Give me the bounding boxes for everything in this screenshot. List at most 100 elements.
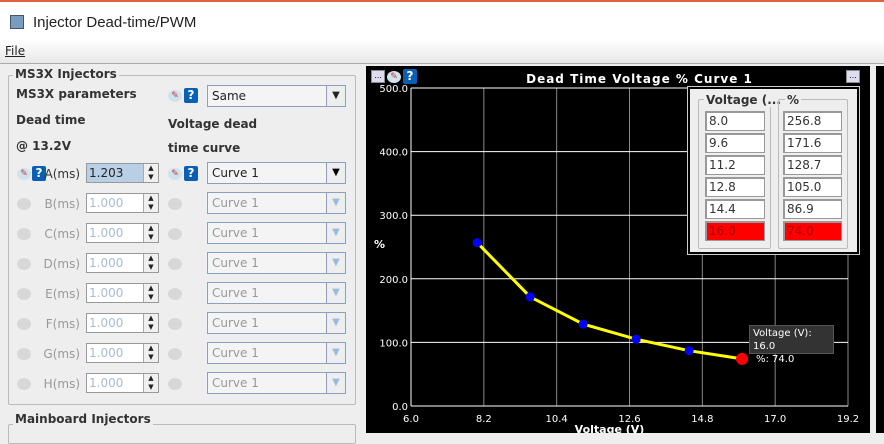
- injector-label: D(ms): [43, 257, 80, 271]
- x-axis-label: Voltage (V): [575, 423, 645, 433]
- data-point[interactable]: [578, 319, 588, 329]
- edit-icon: ✎: [168, 228, 182, 240]
- percent-cell[interactable]: 171.6: [783, 133, 842, 153]
- select-value: Curve 1: [208, 283, 327, 303]
- spinner-arrows-icon[interactable]: ▲ ▼: [143, 224, 158, 242]
- spinner-arrows-icon[interactable]: ▲ ▼: [143, 254, 158, 272]
- spinner-value[interactable]: 1.000: [87, 224, 143, 242]
- dead-time-spinner[interactable]: 1.203 ▲ ▼: [86, 163, 159, 183]
- percent-cell[interactable]: 86.9: [783, 199, 842, 219]
- select-value: Curve 1: [208, 193, 327, 213]
- percent-cell[interactable]: 128.7: [783, 155, 842, 175]
- window-title: Injector Dead-time/PWM: [33, 14, 197, 31]
- curve-label-2: time curve: [168, 141, 241, 155]
- voltage-cell[interactable]: 16.0: [705, 221, 765, 241]
- x-tick-label: 8.2: [476, 414, 492, 425]
- spinner-arrows-icon[interactable]: ▲ ▼: [143, 344, 158, 362]
- percent-cell[interactable]: 256.8: [783, 111, 842, 131]
- curve-select[interactable]: Curve 1 ▼: [207, 342, 346, 364]
- dead-time-spinner[interactable]: 1.000 ▲ ▼: [86, 253, 159, 273]
- curve-label-1: Voltage dead: [168, 117, 258, 131]
- edit-icon: ✎: [168, 198, 182, 210]
- spinner-value[interactable]: 1.000: [87, 284, 143, 302]
- data-point[interactable]: [525, 292, 535, 302]
- percent-cell[interactable]: 105.0: [783, 177, 842, 197]
- dead-time-at-label: @ 13.2V: [16, 139, 72, 153]
- spinner-arrows-icon[interactable]: ▲ ▼: [143, 284, 158, 302]
- selected-data-point[interactable]: [736, 352, 749, 365]
- edit-icon: ✎: [168, 318, 182, 330]
- edit-icon: ✎: [17, 288, 31, 300]
- menu-file[interactable]: File: [5, 44, 25, 58]
- curve-select[interactable]: Curve 1 ▼: [207, 252, 346, 274]
- voltage-cell[interactable]: 8.0: [705, 111, 765, 131]
- voltage-cell[interactable]: 12.8: [705, 177, 765, 197]
- select-value: Same: [208, 86, 327, 106]
- curve-select[interactable]: Curve 1 ▼: [207, 222, 346, 244]
- data-point[interactable]: [472, 238, 482, 248]
- curve-select[interactable]: Curve 1 ▼: [207, 162, 346, 184]
- percent-cell[interactable]: 74.0: [783, 221, 842, 241]
- edit-icon: ✎: [17, 228, 31, 240]
- percent-column-header: %: [785, 93, 802, 107]
- spinner-value[interactable]: 1.000: [87, 254, 143, 272]
- edit-icon[interactable]: ✎: [168, 168, 182, 180]
- spinner-arrows-icon[interactable]: ▲ ▼: [143, 194, 158, 212]
- dead-time-spinner[interactable]: 1.000 ▲ ▼: [86, 223, 159, 243]
- data-point[interactable]: [684, 346, 694, 356]
- dead-time-spinner[interactable]: 1.000 ▲ ▼: [86, 343, 159, 363]
- edit-icon: ✎: [168, 378, 182, 390]
- edit-icon: ✎: [168, 348, 182, 360]
- x-tick-label: 19.2: [837, 414, 859, 425]
- ms3x-params-label: MS3X parameters: [16, 87, 137, 101]
- spinner-arrows-icon[interactable]: ▲ ▼: [143, 164, 158, 182]
- spinner-value[interactable]: 1.203: [87, 164, 143, 182]
- voltage-cell[interactable]: 9.6: [705, 133, 765, 153]
- ms3x-params-select[interactable]: Same ▼: [207, 85, 346, 107]
- edit-icon[interactable]: ✎: [17, 168, 31, 180]
- curve-select[interactable]: Curve 1 ▼: [207, 372, 346, 394]
- select-value: Curve 1: [208, 343, 327, 363]
- select-value: Curve 1: [208, 253, 327, 273]
- chevron-down-icon: ▼: [332, 257, 340, 268]
- help-icon[interactable]: ?: [184, 166, 198, 181]
- curve-table-popup: Voltage (... % 8.0 9.6 11.2 12.8 14.4 16.0 25…: [687, 86, 860, 255]
- spinner-value[interactable]: 1.000: [87, 194, 143, 212]
- injector-label: E(ms): [45, 287, 80, 301]
- edit-icon: ✎: [17, 318, 31, 330]
- spinner-value[interactable]: 1.000: [87, 344, 143, 362]
- spinner-value[interactable]: 1.000: [87, 314, 143, 332]
- chevron-down-icon: ▼: [332, 347, 340, 358]
- dead-time-label: Dead time: [16, 113, 86, 127]
- curve-select[interactable]: Curve 1 ▼: [207, 192, 346, 214]
- adjacent-panel-edge: [876, 66, 884, 433]
- x-tick-label: 14.8: [691, 414, 713, 425]
- chevron-down-icon: ▼: [332, 317, 340, 328]
- spinner-value[interactable]: 1.000: [87, 374, 143, 392]
- injector-label: H(ms): [43, 377, 80, 391]
- edit-icon: ✎: [17, 348, 31, 360]
- voltage-column-header: Voltage (...: [704, 93, 783, 107]
- spinner-arrows-icon[interactable]: ▲ ▼: [143, 374, 158, 392]
- voltage-cell[interactable]: 14.4: [705, 199, 765, 219]
- edit-icon[interactable]: ✎: [168, 90, 182, 102]
- curve-select[interactable]: Curve 1 ▼: [207, 282, 346, 304]
- curve-select[interactable]: Curve 1 ▼: [207, 312, 346, 334]
- help-icon[interactable]: ?: [184, 88, 198, 103]
- dead-time-spinner[interactable]: 1.000 ▲ ▼: [86, 193, 159, 213]
- dead-time-spinner[interactable]: 1.000 ▲ ▼: [86, 283, 159, 303]
- dead-time-spinner[interactable]: 1.000 ▲ ▼: [86, 313, 159, 333]
- y-axis-label: %: [374, 238, 385, 251]
- x-tick-label: 10.4: [546, 414, 568, 425]
- y-tick-label: 400.0: [379, 148, 408, 159]
- y-tick-label: 0.0: [392, 402, 408, 413]
- chevron-down-icon: ▼: [332, 197, 340, 208]
- select-value: Curve 1: [208, 313, 327, 333]
- dead-time-spinner[interactable]: 1.000 ▲ ▼: [86, 373, 159, 393]
- chevron-down-icon: ▼: [332, 377, 340, 388]
- y-tick-label: 300.0: [379, 211, 408, 222]
- voltage-cell[interactable]: 11.2: [705, 155, 765, 175]
- spinner-arrows-icon[interactable]: ▲ ▼: [143, 314, 158, 332]
- data-point[interactable]: [631, 334, 641, 344]
- chevron-down-icon: ▼: [332, 90, 340, 101]
